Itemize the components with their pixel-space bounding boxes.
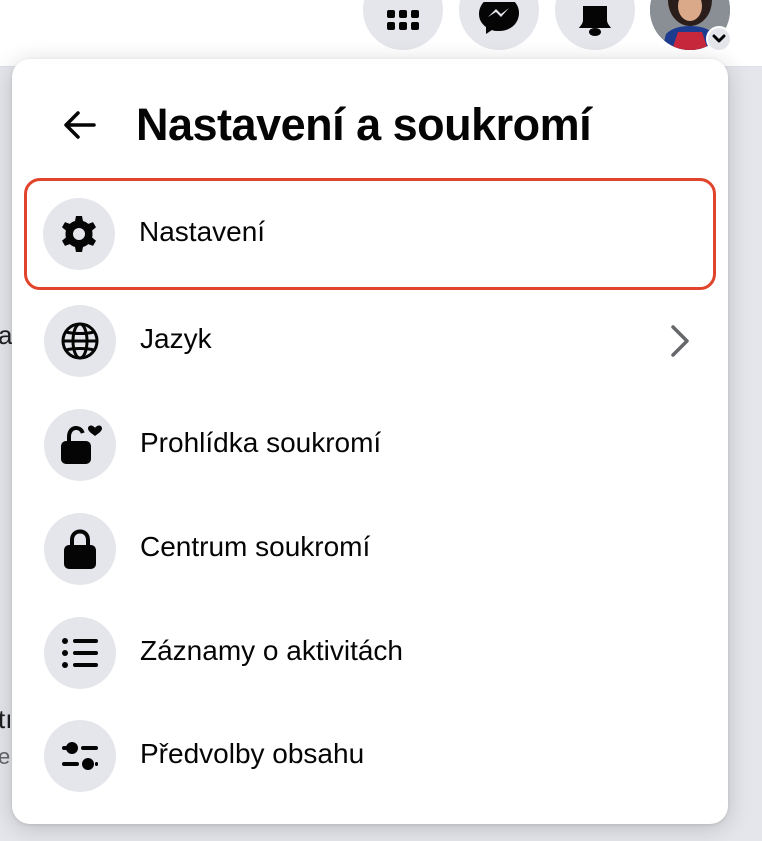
menu-item-label: Nastavení [139,216,266,247]
apps-menu-button[interactable] [363,0,443,50]
menu-item-label: Jazyk [140,323,212,354]
sliders-icon [62,742,98,770]
top-navigation-bar [0,0,762,67]
chevron-down-icon [712,34,726,43]
back-button[interactable] [52,97,108,153]
messenger-icon [479,2,519,34]
menu-item-settings[interactable]: Nastavení [24,178,716,290]
list-icon [62,638,98,668]
menu-item-activity-log[interactable]: Záznamy o aktivitách [26,601,714,705]
menu-item-label: Centrum soukromí [140,531,371,562]
background-text-fragment: tı [0,704,13,734]
lock-heart-icon [61,425,102,464]
gear-icon [62,216,96,252]
chevron-right-icon [660,321,700,361]
menu-title: Nastavení a soukromí [136,99,592,150]
lock-icon [64,529,96,569]
menu-item-privacy-center[interactable]: Centrum soukromí [26,497,714,601]
globe-icon [61,322,99,360]
menu-item-content-preferences[interactable]: Předvolby obsahu [26,704,714,808]
account-menu-chevron[interactable] [706,26,732,52]
menu-item-label: Prohlídka soukromí [140,427,382,458]
notifications-button[interactable] [555,0,635,50]
messenger-button[interactable] [459,0,539,50]
menu-item-label: Záznamy o aktivitách [140,635,403,666]
menu-item-label: Předvolby obsahu [140,738,365,769]
notifications-bell-icon [579,6,611,36]
background-text-fragment: a [0,320,13,350]
background-text-fragment: e [0,744,11,769]
menu-item-privacy-checkup[interactable]: Prohlídka soukromí [26,393,714,497]
arrow-left-icon [64,111,96,139]
apps-grid-icon [387,10,419,30]
settings-privacy-menu: Nastavení a soukromí Nastavení Jazyk Pro… [12,59,728,824]
menu-header: Nastavení a soukromí [12,59,728,179]
menu-item-language[interactable]: Jazyk [26,289,714,393]
